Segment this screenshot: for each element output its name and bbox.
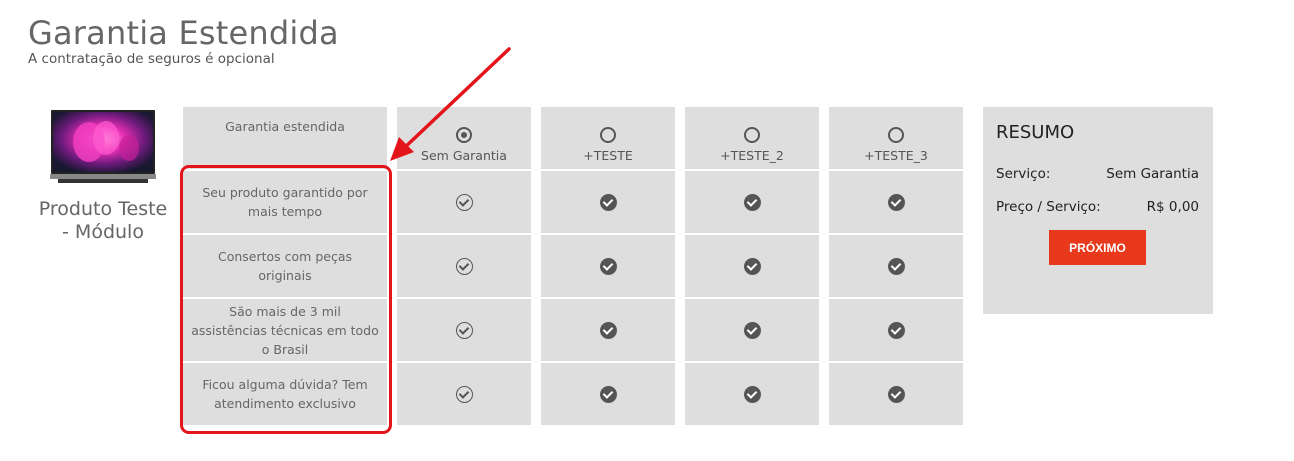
feature-row-2: Consertos com peças originais [183,235,387,297]
summary-service-value: Sem Garantia [1106,166,1199,182]
option-label: +TESTE_2 [720,148,784,163]
product-name: Produto Teste - Módulo [38,198,168,243]
summary-price-row: Preço / Serviço: R$ 0,00 [996,199,1199,215]
check-circle-icon [455,193,473,211]
check-circle-icon [455,385,473,403]
option-cell [397,299,531,361]
radio-unselected-icon[interactable] [744,127,760,143]
option-cell [829,235,963,297]
summary-title: RESUMO [996,122,1075,143]
summary-service-label: Serviço: [996,166,1051,182]
option-label: +TESTE [583,148,633,163]
check-circle-icon [455,257,473,275]
radio-unselected-icon[interactable] [600,127,616,143]
check-circle-icon [887,193,905,211]
option-teste-3[interactable]: +TESTE_3 [829,107,963,169]
feature-label: Seu produto garantido por mais tempo [202,185,368,219]
feature-header: Garantia estendida [183,107,387,169]
option-label: +TESTE_3 [864,148,928,163]
radio-unselected-icon[interactable] [888,127,904,143]
option-cell [829,363,963,425]
page-title: Garantia Estendida [28,14,339,52]
check-circle-icon [599,385,617,403]
next-button[interactable]: PRÓXIMO [1049,230,1146,265]
option-cell [397,363,531,425]
summary-price-label: Preço / Serviço: [996,199,1101,215]
check-circle-icon [887,257,905,275]
feature-header-label: Garantia estendida [225,119,345,134]
check-circle-icon [455,321,473,339]
feature-label: Ficou alguma dúvida? Tem atendimento exc… [202,377,368,411]
summary-service-row: Serviço: Sem Garantia [996,166,1199,182]
product-info: Produto Teste - Módulo [38,108,168,244]
feature-label: Consertos com peças originais [217,249,352,283]
check-circle-icon [887,385,905,403]
check-circle-icon [743,193,761,211]
radio-selected-icon[interactable] [456,127,472,143]
feature-row-4: Ficou alguma dúvida? Tem atendimento exc… [183,363,387,425]
feature-row-1: Seu produto garantido por mais tempo [183,171,387,233]
option-cell [397,171,531,233]
option-cell [541,363,675,425]
summary-panel: RESUMO Serviço: Sem Garantia Preço / Ser… [983,107,1213,314]
check-circle-icon [599,321,617,339]
option-teste[interactable]: +TESTE [541,107,675,169]
check-circle-icon [743,385,761,403]
option-teste-2[interactable]: +TESTE_2 [685,107,819,169]
option-cell [685,299,819,361]
tv-product-image [44,108,162,186]
option-cell [685,171,819,233]
page-subtitle: A contratação de seguros é opcional [28,51,275,67]
option-cell [685,363,819,425]
check-circle-icon [599,257,617,275]
check-circle-icon [887,321,905,339]
check-circle-icon [743,321,761,339]
option-cell [541,235,675,297]
feature-row-3: São mais de 3 mil assistências técnicas … [183,299,387,361]
option-cell [541,299,675,361]
option-cell [541,171,675,233]
option-cell [685,235,819,297]
option-label: Sem Garantia [421,148,507,163]
option-cell [829,299,963,361]
check-circle-icon [743,257,761,275]
option-cell [397,235,531,297]
option-cell [829,171,963,233]
feature-label: São mais de 3 mil assistências técnicas … [191,303,379,357]
check-circle-icon [599,193,617,211]
option-sem-garantia[interactable]: Sem Garantia [397,107,531,169]
summary-price-value: R$ 0,00 [1146,199,1199,215]
